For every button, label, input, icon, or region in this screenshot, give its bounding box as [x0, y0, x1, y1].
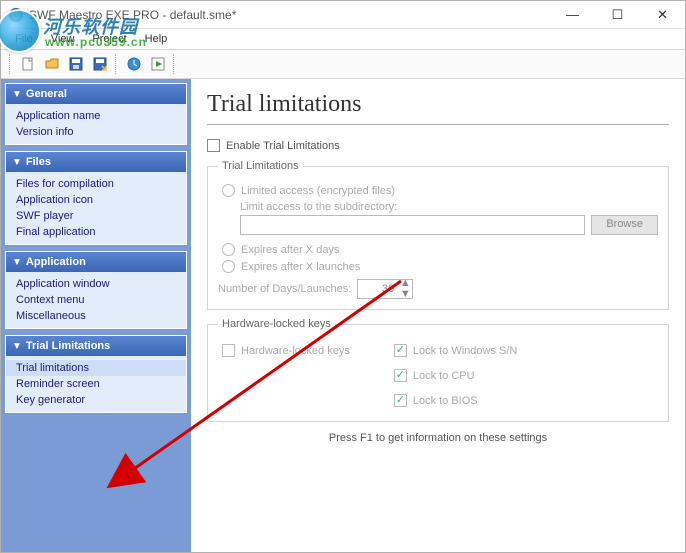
- num-days-spinner[interactable]: ▲▼: [357, 279, 413, 299]
- main-panel: Trial limitations Enable Trial Limitatio…: [191, 79, 685, 552]
- panel-title-general: General: [26, 88, 67, 100]
- panel-header-general[interactable]: ▼ General: [6, 84, 186, 104]
- radio-limited-access[interactable]: [222, 184, 235, 197]
- radio-expires-days[interactable]: [222, 243, 235, 256]
- chk-lock-cpu[interactable]: [394, 369, 407, 382]
- radio-expires-launches[interactable]: [222, 260, 235, 273]
- run-button[interactable]: [147, 53, 169, 75]
- saveas-button[interactable]: [89, 53, 111, 75]
- panel-title-trial: Trial Limitations: [26, 340, 110, 352]
- spinner-down-icon[interactable]: ▼: [398, 289, 412, 300]
- chevron-down-icon: ▼: [12, 157, 22, 168]
- label-expires-days: Expires after X days: [241, 244, 339, 256]
- new-button[interactable]: [17, 53, 39, 75]
- menu-file[interactable]: File: [7, 31, 41, 47]
- label-hardware-locked: Hardware-locked keys: [241, 345, 350, 357]
- chk-lock-bios[interactable]: [394, 394, 407, 407]
- chevron-down-icon: ▼: [12, 89, 22, 100]
- sidebar-item-reminder-screen[interactable]: Reminder screen: [6, 376, 186, 392]
- panel-application: ▼ Application Application window Context …: [5, 251, 187, 329]
- sidebar-item-swf-player[interactable]: SWF player: [6, 208, 186, 224]
- label-expires-launches: Expires after X launches: [241, 261, 360, 273]
- save-button[interactable]: [65, 53, 87, 75]
- sidebar-item-context-menu[interactable]: Context menu: [6, 292, 186, 308]
- chk-hardware-locked[interactable]: [222, 344, 235, 357]
- sidebar: ▼ General Application name Version info ▼…: [1, 79, 191, 552]
- panel-files: ▼ Files Files for compilation Application…: [5, 151, 187, 245]
- legend-hardware: Hardware-locked keys: [218, 318, 335, 330]
- chevron-down-icon: ▼: [12, 341, 22, 352]
- panel-title-files: Files: [26, 156, 51, 168]
- sidebar-item-files-compilation[interactable]: Files for compilation: [6, 176, 186, 192]
- num-days-input[interactable]: [358, 280, 398, 298]
- sidebar-item-version-info[interactable]: Version info: [6, 124, 186, 140]
- toolbar: [1, 49, 685, 79]
- sidebar-item-app-icon[interactable]: Application icon: [6, 192, 186, 208]
- label-limited-access: Limited access (encrypted files): [241, 185, 395, 197]
- app-icon: [9, 8, 23, 22]
- fieldset-trial-limitations: Trial Limitations Limited access (encryp…: [207, 160, 669, 310]
- panel-trial: ▼ Trial Limitations Trial limitations Rem…: [5, 335, 187, 413]
- minimize-button[interactable]: —: [550, 1, 595, 28]
- open-button[interactable]: [41, 53, 63, 75]
- sidebar-item-miscellaneous[interactable]: Miscellaneous: [6, 308, 186, 324]
- sidebar-item-trial-limitations[interactable]: Trial limitations: [6, 360, 186, 376]
- sidebar-item-app-name[interactable]: Application name: [6, 108, 186, 124]
- build-button[interactable]: [123, 53, 145, 75]
- titlebar: SWF Maestro EXE PRO - default.sme* — ☐ ✕: [1, 1, 685, 29]
- panel-header-application[interactable]: ▼ Application: [6, 252, 186, 272]
- label-subdirectory: Limit access to the subdirectory:: [240, 201, 658, 213]
- chk-lock-windows[interactable]: [394, 344, 407, 357]
- enable-trial-checkbox[interactable]: [207, 139, 220, 152]
- panel-header-trial[interactable]: ▼ Trial Limitations: [6, 336, 186, 356]
- menu-help[interactable]: Help: [137, 31, 176, 47]
- menu-view[interactable]: View: [43, 31, 83, 47]
- label-num-days-launches: Number of Days/Launches:: [218, 283, 351, 295]
- panel-title-application: Application: [26, 256, 86, 268]
- sidebar-item-key-generator[interactable]: Key generator: [6, 392, 186, 408]
- sidebar-item-final-app[interactable]: Final application: [6, 224, 186, 240]
- menu-project[interactable]: Project: [84, 31, 134, 47]
- browse-button[interactable]: Browse: [591, 215, 658, 235]
- menubar: File View Project Help: [1, 29, 685, 49]
- page-title: Trial limitations: [207, 91, 669, 125]
- subdirectory-input[interactable]: [240, 215, 585, 235]
- label-lock-cpu: Lock to CPU: [413, 370, 475, 382]
- enable-trial-label: Enable Trial Limitations: [226, 140, 340, 152]
- label-lock-windows: Lock to Windows S/N: [413, 345, 518, 357]
- sidebar-item-app-window[interactable]: Application window: [6, 276, 186, 292]
- legend-trial: Trial Limitations: [218, 160, 303, 172]
- chevron-down-icon: ▼: [12, 257, 22, 268]
- label-lock-bios: Lock to BIOS: [413, 395, 478, 407]
- fieldset-hardware-keys: Hardware-locked keys Hardware-locked key…: [207, 318, 669, 422]
- panel-header-files[interactable]: ▼ Files: [6, 152, 186, 172]
- window-title: SWF Maestro EXE PRO - default.sme*: [29, 8, 550, 22]
- maximize-button[interactable]: ☐: [595, 1, 640, 28]
- panel-general: ▼ General Application name Version info: [5, 83, 187, 145]
- close-button[interactable]: ✕: [640, 1, 685, 28]
- footer-hint: Press F1 to get information on these set…: [207, 432, 669, 444]
